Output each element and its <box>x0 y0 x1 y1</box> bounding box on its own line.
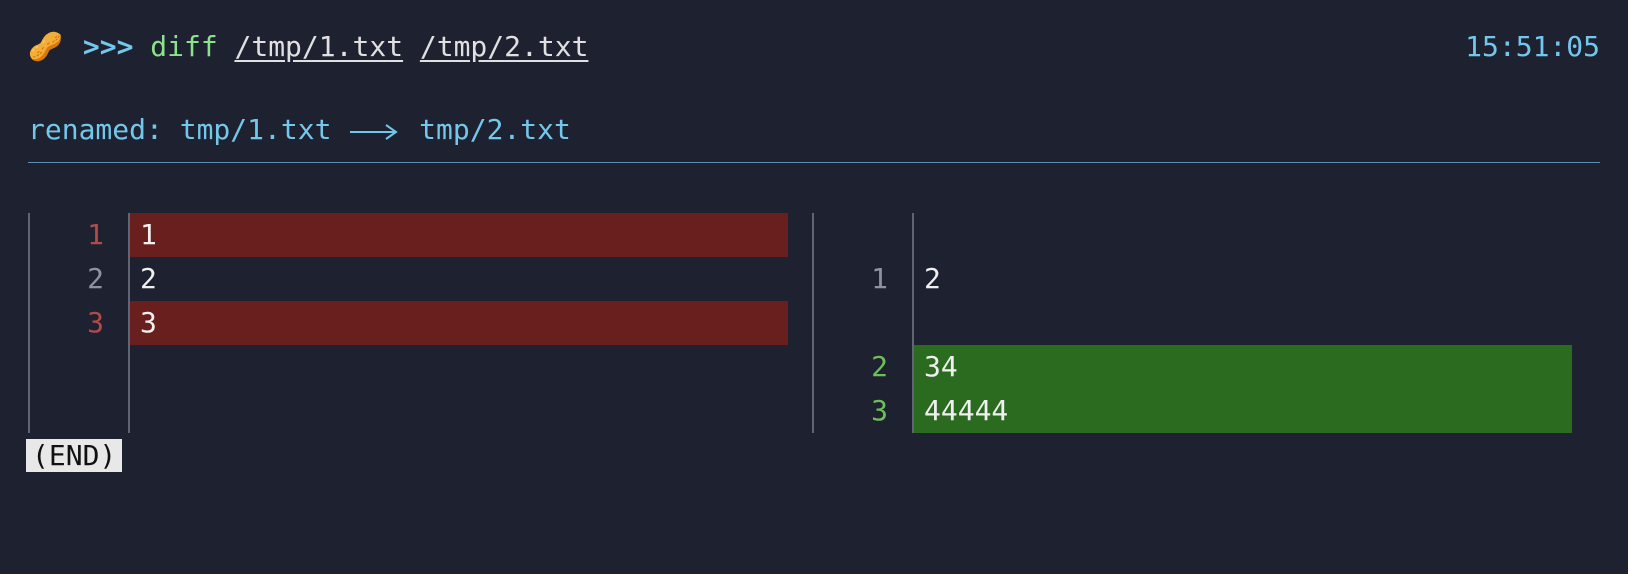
command-arg-1: /tmp/1.txt <box>234 30 403 63</box>
diff-line-context: 2 <box>914 257 1572 301</box>
line-number: 3 <box>814 389 888 433</box>
diff-line-empty <box>914 301 1572 345</box>
diff-line-empty <box>914 213 1572 257</box>
left-content: 1 2 3 <box>128 213 788 433</box>
pager-end-marker: (END) <box>26 439 122 472</box>
diff-line-context: 2 <box>130 257 788 301</box>
line-number: 2 <box>814 345 888 389</box>
command-name: diff <box>150 30 217 63</box>
line-number <box>814 301 888 345</box>
command-arg-2: /tmp/2.txt <box>420 30 589 63</box>
line-number <box>814 213 888 257</box>
arrow-right-icon <box>348 115 402 148</box>
renamed-to: tmp/2.txt <box>419 113 571 146</box>
diff-line-added: 44444 <box>914 389 1572 433</box>
timestamp: 15:51:05 <box>1465 30 1600 63</box>
divider <box>28 162 1600 163</box>
prompt-symbol: >>> <box>83 30 134 63</box>
diff-line-deleted: 3 <box>130 301 788 345</box>
diff-panes: 1 2 3 1 2 3 1 2 3 2 34 44444 <box>28 213 1600 433</box>
diff-line-deleted: 1 <box>130 213 788 257</box>
renamed-label: renamed: <box>28 113 163 146</box>
prompt-emoji: 🥜 <box>28 30 63 63</box>
right-content: 2 34 44444 <box>912 213 1572 433</box>
diff-line-empty <box>130 389 788 433</box>
diff-left-pane: 1 2 3 1 2 3 <box>28 213 788 433</box>
line-number: 2 <box>30 257 104 301</box>
line-number: 1 <box>814 257 888 301</box>
right-gutter: 1 2 3 <box>812 213 912 433</box>
diff-line-added: 34 <box>914 345 1572 389</box>
renamed-header: renamed: tmp/1.txt tmp/2.txt <box>28 113 1600 148</box>
line-number: 1 <box>30 213 104 257</box>
prompt-line: 🥜 >>> diff /tmp/1.txt /tmp/2.txt 15:51:0… <box>28 30 1600 63</box>
diff-right-pane: 1 2 3 2 34 44444 <box>812 213 1572 433</box>
line-number <box>30 389 104 433</box>
line-number <box>30 345 104 389</box>
left-gutter: 1 2 3 <box>28 213 128 433</box>
line-number: 3 <box>30 301 104 345</box>
renamed-from: tmp/1.txt <box>180 113 332 146</box>
diff-line-empty <box>130 345 788 389</box>
